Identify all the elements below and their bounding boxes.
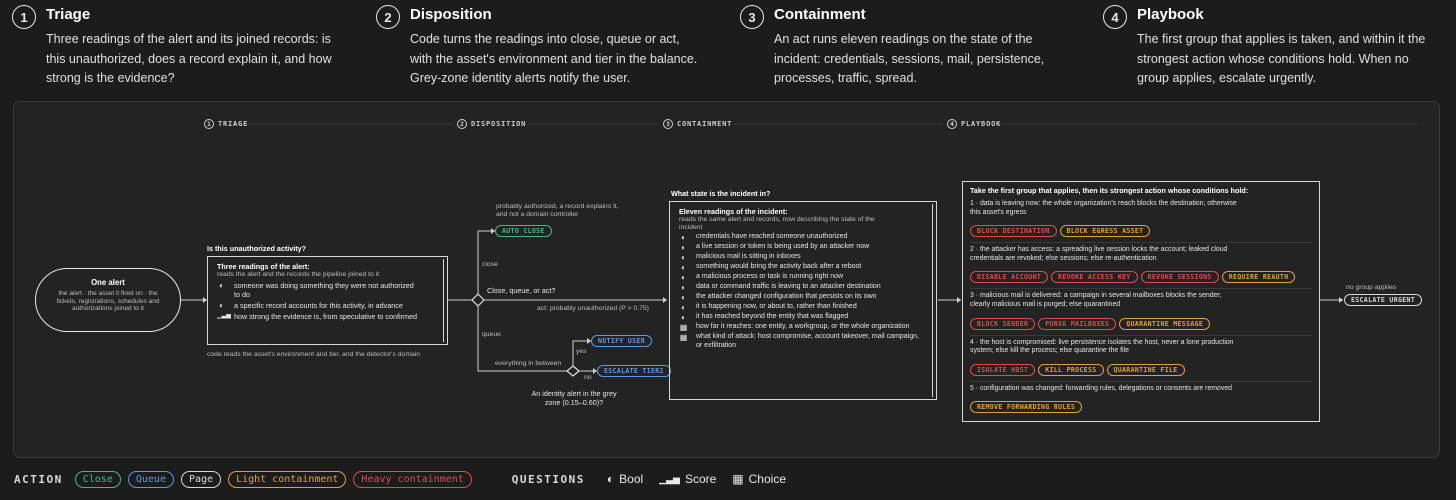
containment-reading: ◐ it has reached beyond the entity that w… xyxy=(679,313,927,322)
auto-close-action: AUTO CLOSE xyxy=(495,225,552,237)
playbook-box: Take the first group that applies, then … xyxy=(962,181,1320,422)
alert-description: the alert · the asset it fired on · the … xyxy=(56,290,160,313)
escalate-urgent-action: ESCALATE URGENT xyxy=(1344,294,1423,306)
playbook-group-text: 2 · the attacker has access: a spreading… xyxy=(970,246,1228,262)
action-tag: PURGE MAILBOXES xyxy=(1038,317,1117,330)
playbook-title: Take the first group that applies, then … xyxy=(970,186,1249,195)
score-icon: ▁▃▅ xyxy=(659,473,680,484)
playbook-group: 3 · malicious mail is delivered: a campa… xyxy=(970,289,1312,336)
bool-icon: ◐ xyxy=(681,253,686,263)
playbook-group-text: 4 · the host is compromised: live persis… xyxy=(970,338,1234,355)
containment-box: Eleven readings of the incident: reads t… xyxy=(669,201,937,400)
containment-reading: ▦ how far it reaches: one entity, a workg… xyxy=(679,323,910,333)
bool-icon: ◐ xyxy=(681,313,686,323)
containment-reading: ◐ credentials have reached someone unauth… xyxy=(679,233,927,242)
legend-bool: ◐ Bool xyxy=(606,472,644,486)
close-condition-note: probably authorized, a record explains i… xyxy=(496,203,619,219)
legend-heavy-containment: Heavy containment xyxy=(353,470,472,488)
playbook-group: 4 · the host is compromised: live persis… xyxy=(970,336,1312,382)
containment-question: What state is the incident in? xyxy=(671,189,771,198)
action-tag: QUARANTINE FILE xyxy=(1106,363,1185,376)
action-tag: KILL PROCESS xyxy=(1038,363,1104,376)
playbook-group-text: 3 · malicious mail is delivered: a campa… xyxy=(970,292,1222,308)
containment-reading: ◐ something would bring the activity back… xyxy=(679,263,927,272)
section-label-disposition: 2 DISPOSITION xyxy=(457,119,526,129)
no-group-label: no group applies xyxy=(1346,284,1397,291)
bool-icon: ◐ xyxy=(219,281,224,291)
legend-questions-heading: QUESTIONS xyxy=(511,472,585,486)
between-branch-label: everything in between xyxy=(495,360,562,367)
triage-question: Is this unauthorized activity? xyxy=(207,244,307,253)
action-tag: DISABLE ACCOUNT xyxy=(970,271,1049,284)
triage-box-subtitle: reads the alert and the records the pipe… xyxy=(217,271,380,278)
action-tag: REVOKE ACCESS KEY xyxy=(1051,271,1138,284)
triage-reading: ◐ someone was doing something they were … xyxy=(217,281,438,299)
action-tag: BLOCK EGRESS ASSET xyxy=(1059,225,1151,238)
section-label-playbook: 4 PLAYBOOK xyxy=(947,119,1001,129)
containment-reading: ◐ malicious mail is sitting in inboxes xyxy=(679,253,927,262)
containment-reading: ◐ the attacker changed configuration that… xyxy=(679,293,927,302)
action-tag: BLOCK SENDER xyxy=(970,317,1036,330)
playbook-group: 2 · the attacker has access: a spreading… xyxy=(970,243,1312,290)
containment-reading: ▦ what kind of attack: host compromise, a… xyxy=(679,333,919,349)
close-branch-label: close xyxy=(482,261,498,268)
containment-reading: ◐ it is happening now, or about to, rathe… xyxy=(679,303,927,312)
playbook-group: 5 · configuration was changed: forwardin… xyxy=(970,382,1312,419)
playbook-group-text: 1 · data is leaving now: the whole organ… xyxy=(970,200,1237,216)
bool-icon: ◐ xyxy=(681,273,686,283)
playbook-group-text: 5 · configuration was changed: forwardin… xyxy=(970,384,1232,392)
legend-page: Page xyxy=(180,470,222,488)
notify-user-action: NOTIFY USER xyxy=(591,335,652,347)
triage-footnote: code reads the asset's environment and t… xyxy=(207,351,421,358)
legend-score: ▁▃▅ Score xyxy=(659,472,717,486)
containment-reading: ◐ data or command traffic is leaving to a… xyxy=(679,283,927,292)
choice-icon: ▦ xyxy=(679,333,688,343)
section-label-containment: 3 CONTAINMENT xyxy=(663,119,732,129)
grey-zone-question: An identity alert in the grey zone (0.15… xyxy=(531,389,617,407)
escalate-tier2-action: ESCALATE TIER2 xyxy=(597,365,671,377)
legend-queue: Queue xyxy=(127,470,174,488)
bool-icon: ◐ xyxy=(219,301,224,311)
bool-icon: ◐ xyxy=(681,303,686,313)
action-tag: BLOCK DESTINATION xyxy=(970,225,1057,238)
act-branch-label: act: probably unauthorized (P > 0.75) xyxy=(537,305,649,312)
legend-close: Close xyxy=(74,470,121,488)
queue-branch-label: queue xyxy=(482,331,501,338)
bool-icon: ◐ xyxy=(681,263,686,273)
playbook-group: 1 · data is leaving now: the whole organ… xyxy=(970,197,1312,244)
legend-choice: ▦ Choice xyxy=(732,472,786,486)
choice-icon: ▦ xyxy=(732,472,744,486)
containment-box-title: Eleven readings of the incident: xyxy=(679,207,788,216)
action-tag: QUARANTINE MESSAGE xyxy=(1119,317,1211,330)
disposition-decision: Close, queue, or act? xyxy=(487,286,556,295)
containment-reading: ◐ a live session or token is being used b… xyxy=(679,243,927,252)
triage-reading: ▁▃▅ how strong the evidence is, from spe… xyxy=(217,312,417,322)
alert-title: One alert xyxy=(91,278,125,287)
bool-icon: ◐ xyxy=(681,283,686,293)
choice-icon: ▦ xyxy=(679,323,688,333)
bool-icon: ◐ xyxy=(681,233,686,243)
legend: ACTION Close Queue Page Light containmen… xyxy=(14,470,802,488)
bool-icon: ◐ xyxy=(606,472,615,486)
bool-icon: ◐ xyxy=(681,293,686,303)
action-tag: REQUIRE REAUTH xyxy=(1221,271,1296,284)
action-tag: REMOVE FORWARDING RULES xyxy=(970,401,1083,414)
section-label-triage: 1 TRIAGE xyxy=(204,119,248,129)
score-icon: ▁▃▅ xyxy=(217,313,231,320)
bool-icon: ◐ xyxy=(681,243,686,253)
no-label: no xyxy=(584,374,592,381)
containment-readings: ◐ credentials have reached someone unauth… xyxy=(679,233,927,350)
legend-light-containment: Light containment xyxy=(228,470,347,488)
triage-box-title: Three readings of the alert: xyxy=(217,262,310,271)
alert-node: One alert the alert · the asset it fired… xyxy=(35,268,181,332)
containment-box-subtitle: reads the same alert and records, now de… xyxy=(679,216,875,232)
containment-reading: ◐ a malicious process or task is running … xyxy=(679,273,927,282)
action-tag: REVOKE SESSIONS xyxy=(1140,271,1219,284)
triage-reading: ◐ a specific record accounts for this ac… xyxy=(217,301,438,310)
action-tag: ISOLATE HOST xyxy=(970,363,1036,376)
playbook-groups: 1 · data is leaving now: the whole organ… xyxy=(970,197,1312,418)
yes-label: yes xyxy=(576,348,587,355)
triage-box: Three readings of the alert: reads the a… xyxy=(207,256,448,345)
legend-action-heading: ACTION xyxy=(14,472,63,486)
